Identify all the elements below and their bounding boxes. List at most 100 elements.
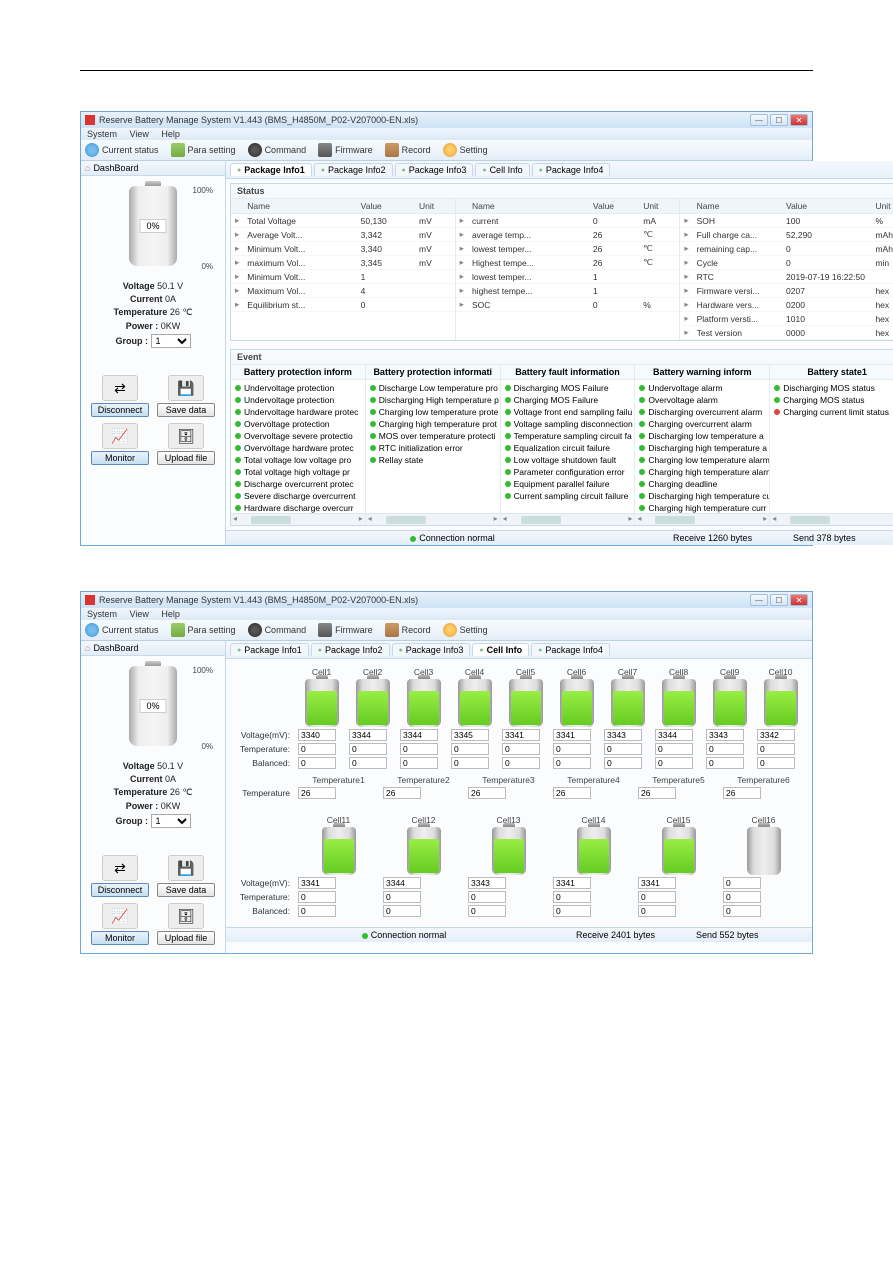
table-row[interactable]: ▸Firmware versi...0207hex [680, 284, 893, 298]
cell-value[interactable] [706, 729, 744, 741]
scrollbar[interactable] [770, 513, 893, 525]
monitor-button[interactable]: Monitor [91, 451, 149, 465]
disconnect-button[interactable]: Disconnect [91, 883, 149, 897]
cell-value[interactable] [400, 743, 438, 755]
group-select[interactable]: 1 [151, 334, 191, 348]
cell-value[interactable] [638, 787, 676, 799]
tab-package-info2[interactable]: Package Info2 [311, 643, 390, 656]
cell-value[interactable] [502, 729, 540, 741]
cell-value[interactable] [451, 743, 489, 755]
disconnect-button[interactable]: Disconnect [91, 403, 149, 417]
cell-value[interactable] [298, 757, 336, 769]
close-button[interactable]: ✕ [790, 114, 808, 126]
table-row[interactable]: ▸Hardware vers...0200hex [680, 298, 893, 312]
scrollbar[interactable] [231, 513, 365, 525]
tab-package-info2[interactable]: Package Info2 [314, 163, 393, 176]
cell-value[interactable] [655, 743, 693, 755]
cell-value[interactable] [349, 743, 387, 755]
tab-dashboard[interactable]: DashBoard [81, 161, 225, 176]
cell-value[interactable] [553, 905, 591, 917]
cell-value[interactable] [553, 757, 591, 769]
cell-value[interactable] [468, 787, 506, 799]
tab-package-info3[interactable]: Package Info3 [395, 163, 474, 176]
cell-value[interactable] [757, 743, 795, 755]
scrollbar[interactable] [501, 513, 635, 525]
cell-value[interactable] [757, 757, 795, 769]
table-row[interactable]: ▸Test version0000hex [680, 326, 893, 340]
minimize-button[interactable]: — [750, 114, 768, 126]
toolbar-fw[interactable]: Firmware [318, 623, 373, 637]
cell-value[interactable] [451, 757, 489, 769]
table-row[interactable]: ▸lowest temper...26℃ [456, 242, 680, 256]
cell-value[interactable] [502, 757, 540, 769]
minimize-button[interactable]: — [750, 594, 768, 606]
toolbar-set[interactable]: Setting [443, 623, 488, 637]
cell-value[interactable] [604, 757, 642, 769]
cell-value[interactable] [723, 787, 761, 799]
toolbar-status[interactable]: Current status [85, 623, 159, 637]
table-row[interactable]: ▸SOC0% [456, 298, 680, 312]
toolbar-para[interactable]: Para setting [171, 143, 236, 157]
save-data-button[interactable]: Save data [157, 883, 215, 897]
cell-value[interactable] [298, 729, 336, 741]
titlebar[interactable]: Reserve Battery Manage System V1.443 (BM… [81, 112, 812, 128]
table-row[interactable]: ▸Maximum Vol...4 [231, 284, 455, 298]
cell-value[interactable] [655, 757, 693, 769]
table-row[interactable]: ▸Equilibrium st...0 [231, 298, 455, 312]
cell-value[interactable] [638, 891, 676, 903]
close-button[interactable]: ✕ [790, 594, 808, 606]
tab-dashboard[interactable]: DashBoard [81, 641, 225, 656]
tab-cell-info[interactable]: Cell Info [475, 163, 529, 176]
save-data-button[interactable]: Save data [157, 403, 215, 417]
cell-value[interactable] [723, 877, 761, 889]
toolbar-set[interactable]: Setting [443, 143, 488, 157]
cell-value[interactable] [706, 743, 744, 755]
table-row[interactable]: ▸remaining cap...0mAh [680, 242, 893, 256]
menu-help[interactable]: Help [161, 609, 180, 619]
menu-system[interactable]: System [87, 609, 117, 619]
cell-value[interactable] [400, 757, 438, 769]
cell-value[interactable] [298, 891, 336, 903]
cell-value[interactable] [298, 905, 336, 917]
cell-value[interactable] [638, 905, 676, 917]
cell-value[interactable] [383, 877, 421, 889]
table-row[interactable]: ▸current0mA [456, 214, 680, 228]
cell-value[interactable] [349, 729, 387, 741]
tab-package-info3[interactable]: Package Info3 [392, 643, 471, 656]
cell-value[interactable] [468, 891, 506, 903]
table-row[interactable]: ▸RTC2019-07-19 16:22:50 [680, 270, 893, 284]
table-row[interactable]: ▸maximum Vol...3,345mV [231, 256, 455, 270]
cell-value[interactable] [757, 729, 795, 741]
upload-file-button[interactable]: Upload file [157, 451, 215, 465]
cell-value[interactable] [553, 787, 591, 799]
menu-help[interactable]: Help [161, 129, 180, 139]
group-select[interactable]: 1 [151, 814, 191, 828]
toolbar-para[interactable]: Para setting [171, 623, 236, 637]
table-row[interactable]: ▸Full charge ca...52,290mAh [680, 228, 893, 242]
toolbar-rec[interactable]: Record [385, 143, 431, 157]
table-row[interactable]: ▸Minimum Volt...3,340mV [231, 242, 455, 256]
monitor-button[interactable]: Monitor [91, 931, 149, 945]
cell-value[interactable] [723, 891, 761, 903]
toolbar-cmd[interactable]: Command [248, 143, 307, 157]
cell-value[interactable] [468, 905, 506, 917]
cell-value[interactable] [655, 729, 693, 741]
table-row[interactable]: ▸highest tempe...1 [456, 284, 680, 298]
tab-package-info1[interactable]: Package Info1 [230, 643, 309, 656]
toolbar-rec[interactable]: Record [385, 623, 431, 637]
table-row[interactable]: ▸SOH100% [680, 214, 893, 228]
cell-value[interactable] [706, 757, 744, 769]
cell-value[interactable] [502, 743, 540, 755]
cell-value[interactable] [604, 729, 642, 741]
cell-value[interactable] [383, 891, 421, 903]
toolbar-fw[interactable]: Firmware [318, 143, 373, 157]
toolbar-cmd[interactable]: Command [248, 623, 307, 637]
cell-value[interactable] [298, 787, 336, 799]
menu-system[interactable]: System [87, 129, 117, 139]
menu-view[interactable]: View [130, 129, 149, 139]
cell-value[interactable] [553, 877, 591, 889]
tab-package-info1[interactable]: Package Info1 [230, 163, 312, 176]
cell-value[interactable] [723, 905, 761, 917]
table-row[interactable]: ▸lowest temper...1 [456, 270, 680, 284]
tab-package-info4[interactable]: Package Info4 [531, 643, 610, 656]
